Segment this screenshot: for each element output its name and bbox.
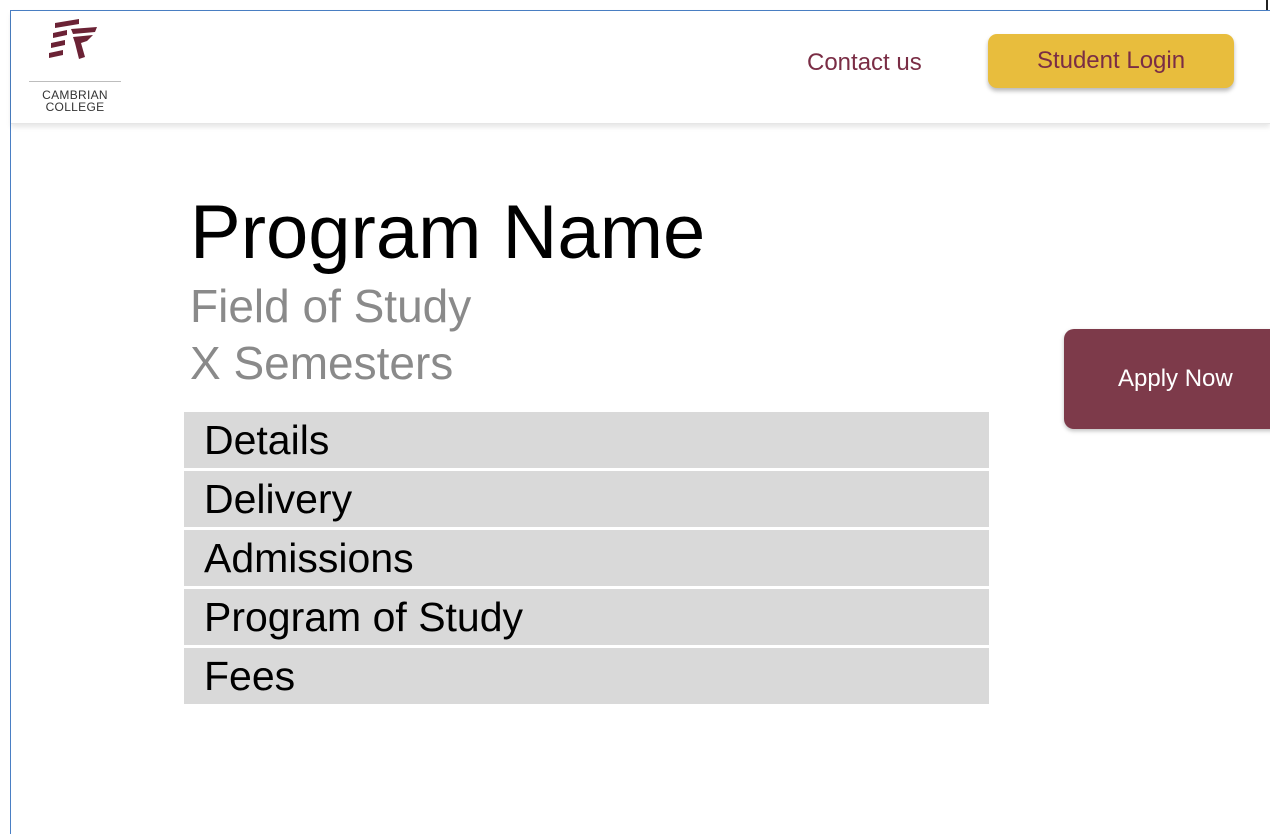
section-item-program-of-study[interactable]: Program of Study — [184, 589, 989, 645]
section-item-fees[interactable]: Fees — [184, 648, 989, 704]
frame-left-border — [10, 10, 11, 834]
logo-text-line2: COLLEGE — [45, 100, 105, 114]
logo-mark-icon — [49, 19, 97, 59]
apply-now-button[interactable]: Apply Now — [1064, 329, 1270, 429]
contact-us-link[interactable]: Contact us — [807, 49, 922, 77]
program-name-heading: Program Name — [190, 190, 706, 275]
logo-text: CAMBRIAN COLLEGE — [29, 89, 121, 113]
program-sections-list: Details Delivery Admissions Program of S… — [184, 412, 989, 707]
field-of-study-text: Field of Study — [190, 280, 472, 332]
semesters-text: X Semesters — [190, 337, 454, 389]
section-item-delivery[interactable]: Delivery — [184, 471, 989, 527]
logo-divider — [29, 81, 121, 82]
student-login-button[interactable]: Student Login — [988, 34, 1234, 88]
corner-mark — [1266, 0, 1268, 10]
section-item-admissions[interactable]: Admissions — [184, 530, 989, 586]
section-item-details[interactable]: Details — [184, 412, 989, 468]
site-header: CAMBRIAN COLLEGE Contact us Student Logi… — [11, 11, 1270, 124]
cambrian-college-logo[interactable]: CAMBRIAN COLLEGE — [29, 17, 121, 117]
